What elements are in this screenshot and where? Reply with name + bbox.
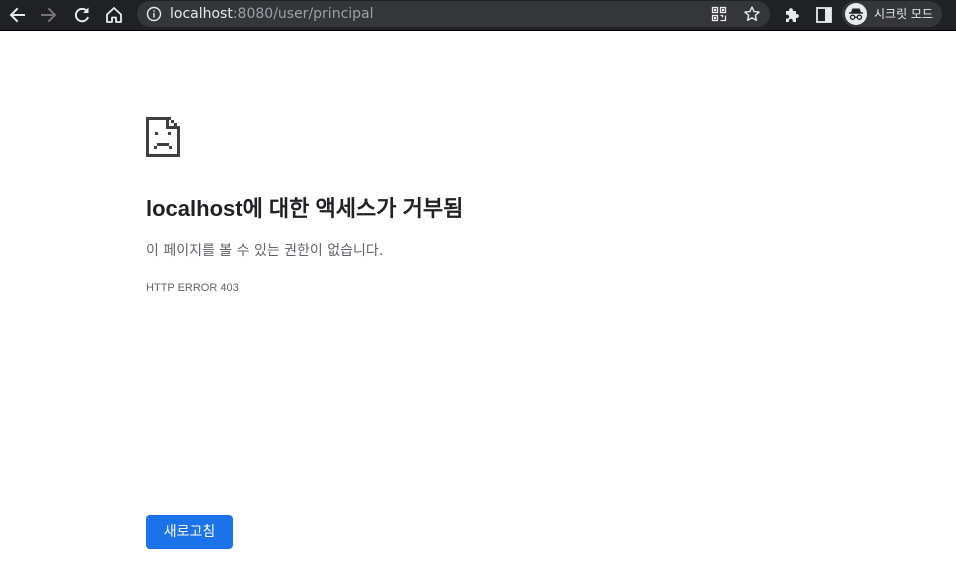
- error-description: 이 페이지를 볼 수 있는 권한이 없습니다.: [146, 243, 384, 259]
- profile-label: 시크릿 모드: [874, 7, 934, 21]
- error-code: HTTP ERROR 403: [146, 282, 239, 294]
- page-title: localhost에 대한 액세스가 거부됨: [146, 194, 463, 224]
- url-host: localhost: [170, 6, 233, 22]
- puzzle-icon[interactable]: [780, 3, 804, 27]
- qr-code-icon[interactable]: [709, 4, 729, 24]
- arrow-right-icon[interactable]: [37, 3, 61, 27]
- star-icon[interactable]: [742, 4, 762, 24]
- browser-toolbar: localhost:8080/user/principal 시크릿 모드: [0, 0, 956, 31]
- reload-button[interactable]: 새로고침: [146, 515, 233, 549]
- url-text[interactable]: localhost:8080/user/principal: [170, 5, 374, 23]
- incognito-icon: [845, 3, 867, 25]
- reload-icon[interactable]: [70, 3, 94, 27]
- side-panel-icon[interactable]: [812, 3, 836, 27]
- arrow-left-icon[interactable]: [5, 3, 29, 27]
- incognito-profile-button[interactable]: 시크릿 모드: [842, 1, 942, 27]
- page-title-message: 에 대한 액세스가 거부됨: [242, 196, 464, 221]
- address-bar[interactable]: localhost:8080/user/principal: [137, 1, 770, 27]
- sad-page-icon: [146, 117, 180, 157]
- url-path: :8080/user/principal: [232, 6, 374, 22]
- home-icon[interactable]: [102, 3, 126, 27]
- info-icon[interactable]: [145, 5, 163, 23]
- page-title-host: localhost: [146, 196, 243, 221]
